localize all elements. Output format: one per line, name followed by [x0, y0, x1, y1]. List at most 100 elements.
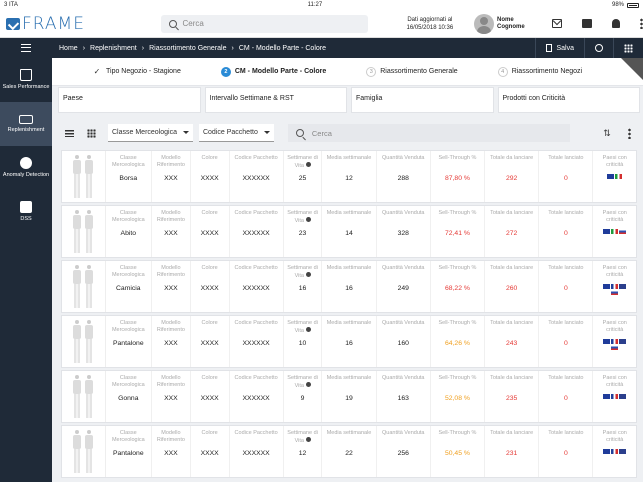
apps-button[interactable]	[613, 38, 643, 58]
column-label: Modello Riferimento	[156, 430, 185, 443]
cell-media: Media settimanale 14	[322, 206, 377, 257]
cell-value: XXX	[164, 450, 178, 457]
breadcrumb-home[interactable]: Home	[59, 45, 78, 52]
group-by-select[interactable]: Classe Merceologica	[108, 124, 193, 142]
info-icon[interactable]	[305, 161, 311, 167]
table-row[interactable]: Classe Merceologica Pantalone Modello Rife…	[61, 315, 637, 368]
filter-prodotti-criticita[interactable]: Prodotti con Criticità	[497, 87, 640, 113]
info-icon[interactable]	[305, 271, 311, 277]
cell-value-text: XXXXXX	[242, 175, 270, 182]
cell-value: Gonna	[118, 395, 138, 402]
collapse-corner-toggle[interactable]	[621, 58, 643, 80]
cell-value: 235	[506, 395, 517, 402]
flag-fr-icon	[611, 394, 619, 399]
cell-modello: Modello Riferimento XXX	[152, 426, 191, 477]
flag-gb-icon	[619, 449, 627, 454]
cell-classe: Classe Merceologica Gonna	[106, 371, 153, 422]
cell-value: XXXXXX	[243, 230, 270, 237]
logo[interactable]: FRAME	[0, 14, 161, 34]
grid-view-button[interactable]	[80, 122, 102, 144]
breadcrumb: Home › Replenishment › Riassortimento Ge…	[52, 38, 643, 58]
product-figure-image	[84, 209, 94, 254]
cell-value-text: 243	[505, 340, 518, 347]
cell-value-text: 12	[345, 175, 353, 182]
table-row[interactable]: Classe Merceologica Pantalone Modello Rife…	[61, 425, 637, 478]
chevron-down-icon	[182, 131, 189, 134]
sidebar-menu-toggle[interactable]	[0, 38, 52, 58]
info-icon[interactable]	[305, 381, 311, 387]
list-search-input[interactable]: Cerca	[287, 124, 570, 142]
cell-value: 292	[506, 175, 517, 182]
cell-settimane: Settimane di Vita 10	[284, 316, 323, 367]
country-flags	[603, 284, 627, 295]
top-actions	[552, 18, 643, 29]
table-row[interactable]: Classe Merceologica Borsa Modello Riferime…	[61, 150, 637, 203]
cell-value-text: 160	[397, 340, 409, 347]
column-label: Classe Merceologica	[111, 265, 145, 278]
table-row[interactable]: Classe Merceologica Camicia Modello Riferi…	[61, 260, 637, 313]
table-row[interactable]: Classe Merceologica Gonna Modello Riferime…	[61, 370, 637, 423]
logo-mark-icon	[6, 17, 20, 30]
filter-famiglia[interactable]: Famiglia	[351, 87, 494, 113]
info-icon[interactable]	[305, 216, 311, 222]
column-label: Codice Pacchetto	[234, 320, 278, 326]
cell-media: Media settimanale 22	[322, 426, 377, 477]
sidebar-item-anomaly-detection[interactable]: Anomaly Detection	[0, 146, 52, 190]
global-search-input[interactable]: Cerca	[160, 14, 368, 33]
column-label: Sell-Through %	[438, 265, 477, 271]
chevron-down-icon	[263, 131, 270, 134]
cell-value: Abito	[121, 230, 137, 237]
sidebar-item-dss[interactable]: DSS	[0, 190, 52, 234]
info-icon[interactable]	[305, 436, 311, 442]
column-label: Colore	[201, 265, 218, 271]
product-thumbnail	[62, 151, 106, 202]
cell-value-text: 256	[397, 450, 409, 457]
cell-value: 243	[506, 340, 517, 347]
step-1[interactable]: ✓ Tipo Negozio - Stagione	[52, 67, 181, 77]
cell-value: 328	[398, 230, 409, 237]
flag-fr-icon	[611, 284, 619, 289]
bell-icon[interactable]	[612, 19, 621, 28]
product-figure-image	[84, 374, 94, 419]
step-3[interactable]: 3 Riassortimento Generale	[326, 66, 458, 77]
sidebar-item-sales-performance[interactable]: Sales Performance	[0, 58, 52, 102]
filter-intervallo-settimane[interactable]: Intervallo Settimane & RST	[204, 87, 347, 113]
share-button[interactable]	[584, 38, 613, 58]
cell-value: 22	[345, 450, 353, 457]
country-flags	[603, 229, 627, 234]
save-button[interactable]: Salva	[535, 38, 584, 58]
cell-value-text: 16	[345, 340, 353, 347]
column-label: Settimane di Vita	[287, 210, 318, 224]
updated-label: Dati aggiornati al	[407, 16, 453, 23]
global-search-placeholder: Cerca	[182, 19, 204, 28]
mail-icon[interactable]	[552, 19, 563, 28]
chat-icon	[20, 201, 32, 213]
table-row[interactable]: Classe Merceologica Abito Modello Riferime…	[61, 205, 637, 258]
user-menu[interactable]: Nome Cognome	[473, 13, 542, 34]
cell-value: Pantalone	[113, 450, 144, 457]
package-code-value: Codice Pacchetto	[202, 129, 258, 136]
breadcrumb-riassortimento[interactable]: Riassortimento Generale	[149, 45, 226, 52]
cell-value: 25	[299, 175, 307, 182]
cell-value-text: 14	[345, 230, 353, 237]
sidebar-item-label: Replenishment	[7, 126, 45, 133]
list-view-button[interactable]	[58, 122, 80, 144]
breadcrumb-replenishment[interactable]: Replenishment	[90, 45, 137, 52]
cell-value: 12	[345, 175, 353, 182]
cell-value: 260	[506, 285, 517, 292]
sidebar-item-replenishment[interactable]: Replenishment	[0, 102, 52, 146]
flag-eu-icon	[603, 339, 611, 344]
step-4[interactable]: 4 Riassortimento Negozi	[458, 66, 582, 77]
cell-value-text: 272	[505, 230, 518, 237]
more-options-button[interactable]	[618, 122, 640, 144]
cell-quantita: Quantità Venduta 328	[377, 206, 431, 257]
filter-paese[interactable]: Paese	[58, 87, 201, 113]
apps-grid-icon	[624, 43, 633, 53]
step-2[interactable]: 2 CM - Modello Parte - Colore	[181, 66, 326, 77]
chat-icon[interactable]	[582, 19, 593, 28]
info-icon[interactable]	[305, 326, 311, 332]
flag-eu-icon	[603, 229, 611, 234]
sort-button[interactable]: ⇅	[596, 122, 618, 144]
cell-value: 16	[345, 340, 353, 347]
package-code-select[interactable]: Codice Pacchetto	[198, 124, 274, 142]
